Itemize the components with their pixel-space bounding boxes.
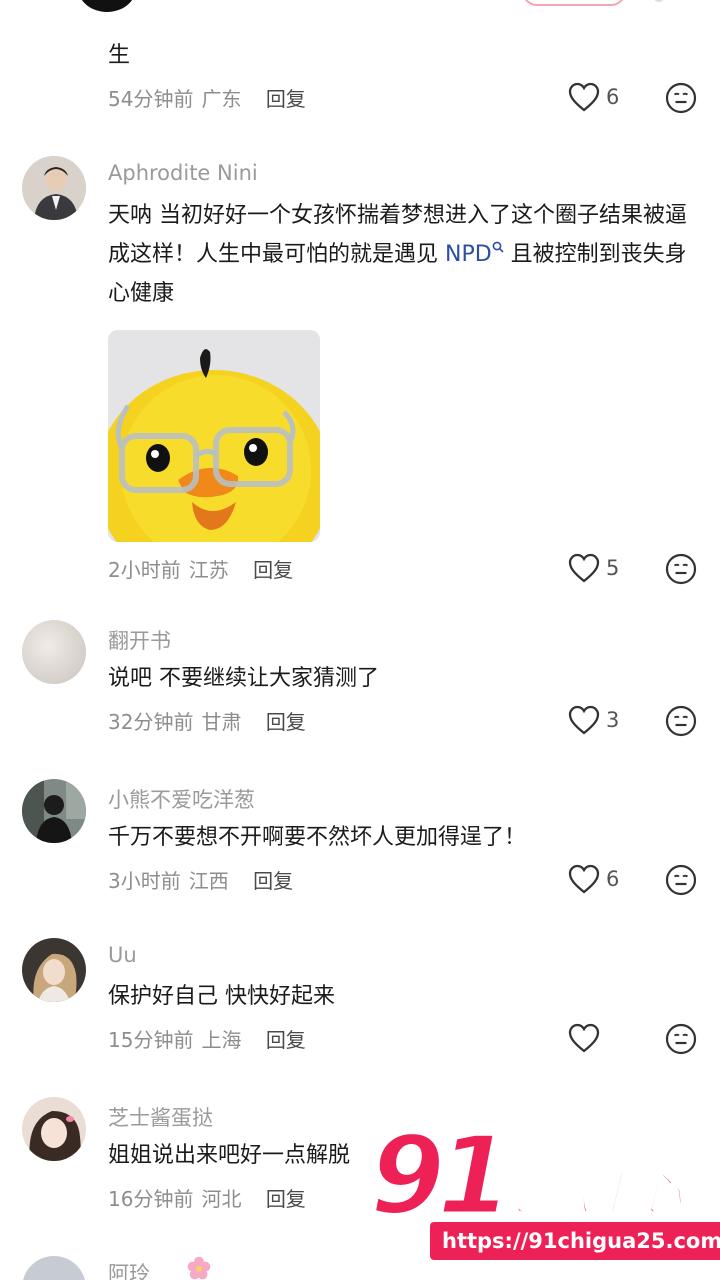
comment-text: 千万不要想不开啊要不然坏人更加得逞了！ [108,825,527,850]
reply-button[interactable]: 回复 [266,1028,306,1052]
comment-meta: 54分钟前 广东 回复 [108,83,306,112]
watermark: 91 吃瓜中心 https://91chigua25.com [368,1114,720,1272]
watermark-url: https://91chigua25.com [430,1222,720,1260]
username[interactable]: 阿玲 [108,1258,150,1280]
comment-time: 2小时前 [108,558,181,582]
heart-outline-icon [568,864,600,894]
comment-image[interactable] [108,330,320,542]
avatar[interactable] [22,779,86,843]
avatar-image [22,779,86,843]
reply-button[interactable]: 回复 [266,710,306,734]
heart-outline-icon [568,705,600,735]
watermark-name: 吃瓜中心 [497,1166,683,1222]
watermark-number: 91 [368,1114,513,1239]
comment-time: 3小时前 [108,869,181,893]
comment-meta: 32分钟前 甘肃 回复 [108,706,306,735]
comment-meta: 15分钟前 上海 回复 [108,1024,306,1053]
like-count: 3 [606,708,620,732]
avatar[interactable] [22,620,86,684]
heart-outline-icon [568,553,600,583]
comment-meta: 16分钟前 河北 回复 [108,1183,306,1212]
reply-button[interactable]: 回复 [253,869,293,893]
avatar[interactable] [22,156,86,220]
comment-meta: 2小时前 江苏 回复 [108,554,293,583]
duck-plush-image [108,330,320,542]
username[interactable]: Aphrodite Nini [108,161,258,185]
like-count: 5 [606,556,620,580]
avatar-image [22,938,86,1002]
like-button[interactable] [568,1023,606,1053]
comment-text: 生 [108,43,131,68]
like-button[interactable]: 3 [568,705,619,735]
avatar[interactable] [22,1256,86,1280]
like-count: 6 [606,867,620,891]
username[interactable]: Uu [108,943,137,967]
like-button[interactable]: 6 [568,82,619,112]
comment-time: 32分钟前 [108,710,194,734]
comment-text: 说吧 不要继续让大家猜测了 [108,666,379,691]
comment-text: 保护好自己 快快好起来 [108,984,335,1009]
neutral-face-icon[interactable] [665,82,697,114]
comment-location: 江西 [188,869,229,893]
comment-text: 天呐 当初好好一个女孩怀揣着梦想进入了这个圈子结果被逼成这样！人生中最可怕的就是… [108,203,687,306]
search-icon [492,241,504,253]
neutral-face-icon[interactable] [665,864,697,896]
comment-time: 54分钟前 [108,87,194,111]
comment-location: 甘肃 [201,710,242,734]
heart-outline-icon [568,82,600,112]
reply-button[interactable]: 回复 [266,1187,306,1211]
author-avatar[interactable] [78,0,136,12]
avatar[interactable] [22,938,86,1002]
username[interactable]: 翻开书 [108,625,171,655]
like-button[interactable]: 5 [568,553,619,583]
like-button[interactable]: 6 [568,864,619,894]
neutral-face-icon[interactable] [665,705,697,737]
npd-link[interactable]: NPD [445,241,504,267]
comment-location: 上海 [201,1028,242,1052]
comment-meta: 3小时前 江西 回复 [108,865,293,894]
reply-button[interactable]: 回复 [253,558,293,582]
follow-button[interactable] [522,0,626,6]
comment-location: 广东 [201,87,242,111]
flower-icon [187,1256,211,1280]
neutral-face-icon[interactable] [665,1023,697,1055]
comment-time: 15分钟前 [108,1028,194,1052]
username[interactable]: 小熊不爱吃洋葱 [108,784,255,814]
heart-outline-icon [568,1023,600,1053]
comment-time: 16分钟前 [108,1187,194,1211]
reply-button[interactable]: 回复 [266,87,306,111]
username[interactable]: 芝士酱蛋挞 [108,1102,213,1132]
more-icon[interactable] [654,0,664,2]
comment-location: 江苏 [188,558,229,582]
neutral-face-icon[interactable] [665,553,697,585]
like-count: 6 [606,85,620,109]
avatar-image [22,156,86,220]
comment-location: 河北 [201,1187,242,1211]
avatar[interactable] [22,1097,86,1161]
avatar-image [22,1097,86,1161]
